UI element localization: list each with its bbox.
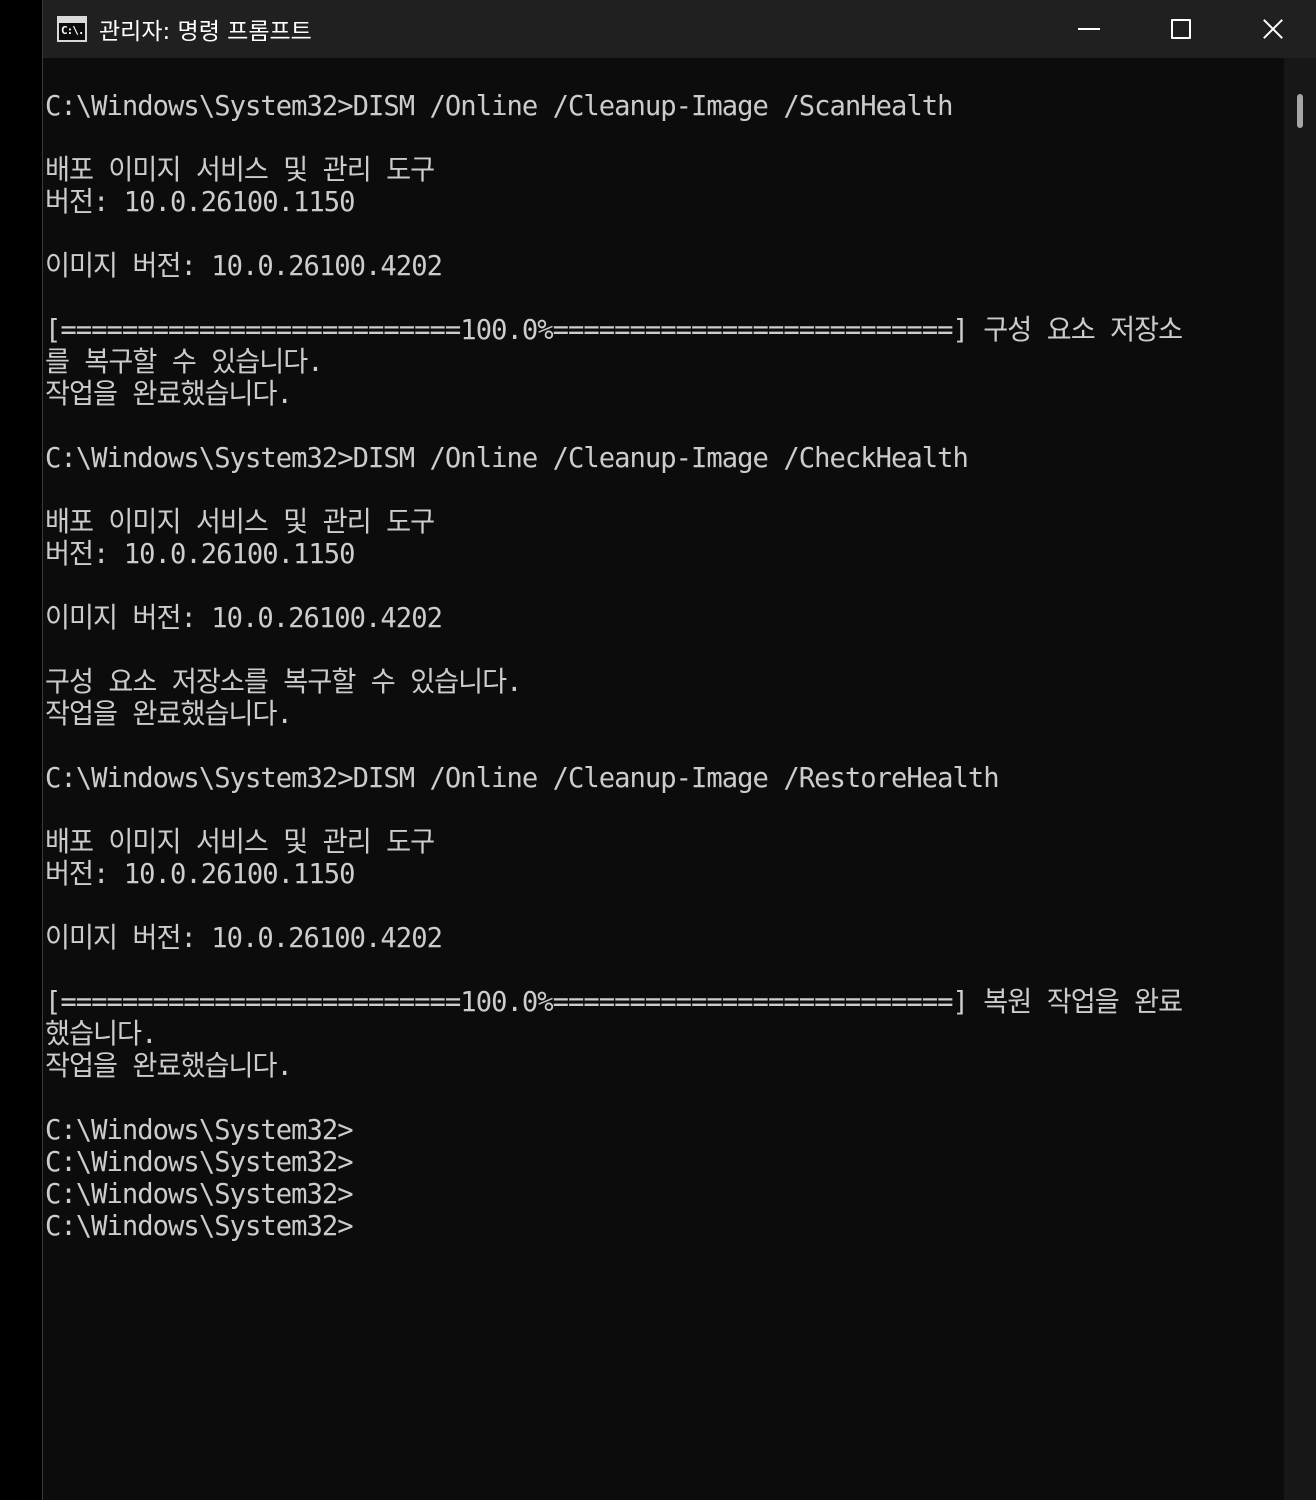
console-line: [==========================100.0%=======… xyxy=(45,313,1183,346)
command-prompt-window[interactable]: C:\. 관리자: 명령 프롬프트 C:\Windows\System32>DI… xyxy=(42,0,1316,1500)
console-line: C:\Windows\System32>DISM /Online /Cleanu… xyxy=(45,89,953,122)
console-line: 했습니다. xyxy=(45,1017,157,1050)
vertical-scrollbar[interactable] xyxy=(1284,58,1316,1500)
close-button[interactable] xyxy=(1227,0,1316,58)
console-line: 배포 이미지 서비스 및 관리 도구 xyxy=(45,153,435,186)
close-icon xyxy=(1262,18,1284,40)
console-line: 이미지 버전: 10.0.26100.4202 xyxy=(45,921,443,954)
console-line: C:\Windows\System32>DISM /Online /Cleanu… xyxy=(45,441,969,474)
console-line: 이미지 버전: 10.0.26100.4202 xyxy=(45,249,443,282)
console-area[interactable]: C:\Windows\System32>DISM /Online /Cleanu… xyxy=(45,58,1283,1500)
maximize-button[interactable] xyxy=(1135,0,1227,58)
console-line: C:\Windows\System32> xyxy=(45,1145,354,1178)
title-bar[interactable]: C:\. 관리자: 명령 프롬프트 xyxy=(43,0,1316,58)
console-line: 배포 이미지 서비스 및 관리 도구 xyxy=(45,505,435,538)
console-line: 작업을 완료했습니다. xyxy=(45,1049,293,1082)
scrollbar-thumb[interactable] xyxy=(1297,94,1303,128)
desktop-background xyxy=(0,0,42,1500)
console-line: C:\Windows\System32>DISM /Online /Cleanu… xyxy=(45,761,1000,794)
console-line: C:\Windows\System32> xyxy=(45,1209,354,1242)
console-line: 배포 이미지 서비스 및 관리 도구 xyxy=(45,825,435,858)
minimize-icon xyxy=(1078,28,1100,30)
console-line: 버전: 10.0.26100.1150 xyxy=(45,185,356,218)
cmd-icon[interactable]: C:\. xyxy=(57,16,87,42)
minimize-button[interactable] xyxy=(1043,0,1135,58)
console-line: 버전: 10.0.26100.1150 xyxy=(45,537,356,570)
maximize-icon xyxy=(1171,19,1191,39)
console-line: 작업을 완료했습니다. xyxy=(45,697,293,730)
window-title: 관리자: 명령 프롬프트 xyxy=(99,19,312,45)
cmd-icon-label: C:\. xyxy=(61,24,84,37)
console-line: 버전: 10.0.26100.1150 xyxy=(45,857,356,890)
console-output: C:\Windows\System32>DISM /Online /Cleanu… xyxy=(45,58,1246,1242)
console-line: 이미지 버전: 10.0.26100.4202 xyxy=(45,601,443,634)
console-line: [==========================100.0%=======… xyxy=(45,985,1183,1018)
console-line: 작업을 완료했습니다. xyxy=(45,377,293,410)
console-line: 를 복구할 수 있습니다. xyxy=(45,345,324,378)
console-line: C:\Windows\System32> xyxy=(45,1113,354,1146)
console-line: 구성 요소 저장소를 복구할 수 있습니다. xyxy=(45,665,523,698)
console-line: C:\Windows\System32> xyxy=(45,1177,354,1210)
